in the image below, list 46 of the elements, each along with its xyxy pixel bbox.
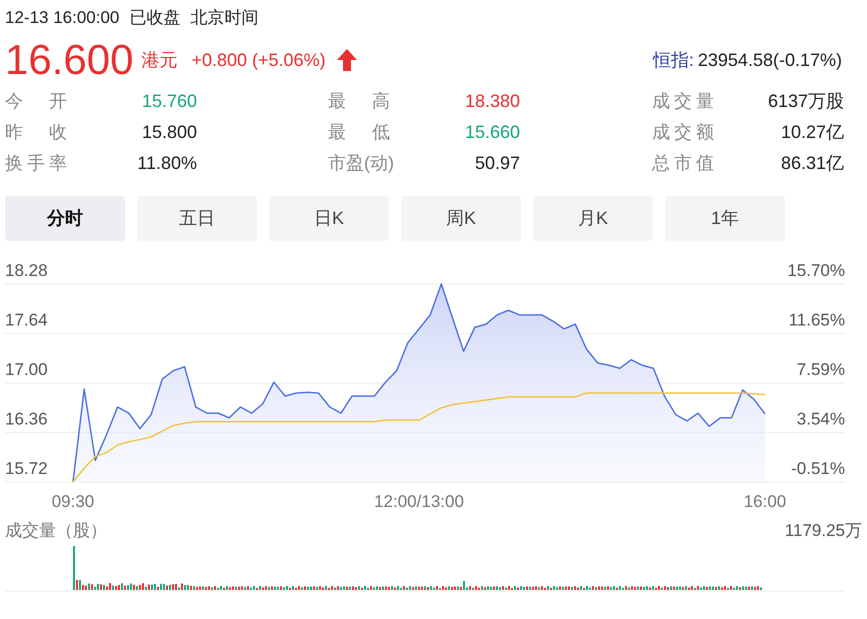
stat-value: 86.31亿 <box>780 152 844 175</box>
chart-period-tab[interactable]: 五日 <box>137 196 257 241</box>
volume-max-label: 1179.25万 <box>784 520 862 542</box>
stat-value: 10.27亿 <box>780 121 844 144</box>
price-axis-label: 17.64 <box>5 310 48 330</box>
time-axis-label: 12:00/13:00 <box>374 492 464 511</box>
current-price: 16.600 <box>5 39 134 81</box>
stat-value: 15.800 <box>142 121 197 144</box>
price-axis-label: 16.36 <box>5 410 48 428</box>
index-value: 23954.58(-0.17%) <box>698 48 842 72</box>
stat-label: 今 开 <box>5 90 67 113</box>
currency-label: 港元 <box>141 48 178 72</box>
stat-label: 换手率 <box>5 152 67 175</box>
price-axis-label: 17.00 <box>5 360 48 379</box>
price-change: +0.800 (+5.06%) <box>191 48 326 72</box>
chart-period-tab[interactable]: 周K <box>401 196 521 241</box>
price-axis-label: 18.28 <box>5 261 48 280</box>
chart-period-tab[interactable]: 1年 <box>665 196 785 241</box>
stat-label: 最 高 <box>328 90 390 113</box>
stat-label: 总市值 <box>652 152 714 175</box>
stat-value: 18.380 <box>464 90 520 113</box>
chart-period-tab[interactable]: 分时 <box>5 196 125 241</box>
stat-value: 11.80% <box>137 152 197 175</box>
stat-value: 15.760 <box>142 90 197 113</box>
time-axis-label: 09:30 <box>52 492 94 511</box>
stat-label: 昨 收 <box>5 121 67 144</box>
stat-label: 成交额 <box>652 121 714 144</box>
stat-value: 15.660 <box>464 121 520 144</box>
timezone-label: 北京时间 <box>190 7 258 30</box>
price-axis-label: 15.72 <box>5 459 48 478</box>
percent-axis-label: 7.59% <box>796 360 845 379</box>
stat-value: 6137万股 <box>768 90 844 113</box>
percent-axis-label: -0.51% <box>791 459 845 478</box>
volume-axis-title: 成交量（股） <box>5 520 107 542</box>
stat-value: 50.97 <box>474 152 520 175</box>
quote-datetime: 12-13 16:00:00 <box>5 7 120 30</box>
time-axis-label: 16:00 <box>744 492 786 511</box>
percent-axis-label: 3.54% <box>796 410 845 428</box>
stat-label: 成交量 <box>652 90 714 113</box>
stat-label: 最 低 <box>328 121 390 144</box>
chart-period-tab[interactable]: 月K <box>533 196 653 241</box>
percent-axis-label: 15.70% <box>787 261 845 280</box>
market-status: 已收盘 <box>129 7 180 30</box>
index-label: 恒指: <box>652 48 694 72</box>
chart-period-tab[interactable]: 日K <box>269 196 389 241</box>
percent-axis-label: 11.65% <box>788 310 845 330</box>
